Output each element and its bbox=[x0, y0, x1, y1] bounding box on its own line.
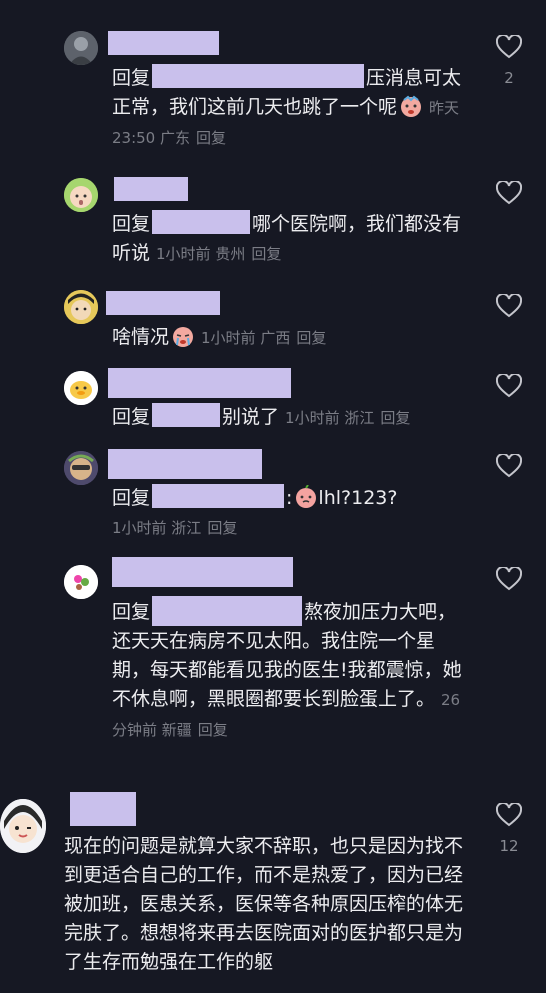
mention-redacted[interactable] bbox=[152, 484, 285, 508]
reply-button[interactable]: 回复 bbox=[251, 245, 281, 263]
comment-meta: 1小时前 浙江 bbox=[112, 519, 202, 537]
like-button[interactable] bbox=[495, 454, 523, 478]
comment-text: 回复 熬夜加压力大吧，还天天在病房不见太阳。我住院一个星期，每天都能看见我的医生!… bbox=[112, 596, 468, 745]
reply-button[interactable]: 回复 bbox=[207, 519, 237, 537]
heart-outline-icon bbox=[496, 567, 522, 591]
reply-prefix: 回复 bbox=[112, 406, 151, 428]
crying-emoji-icon bbox=[171, 324, 195, 348]
heart-outline-icon bbox=[496, 35, 522, 59]
reply-prefix: 回复 bbox=[112, 67, 151, 89]
heart-outline-icon bbox=[496, 294, 522, 318]
avatar[interactable] bbox=[64, 290, 98, 324]
comment-content: 现在的问题是就算大家不辞职，也只是因为找不到更适合自己的工作，而不是热爱了，因为… bbox=[64, 835, 464, 973]
mention-redacted[interactable] bbox=[152, 64, 365, 88]
heart-outline-icon bbox=[496, 181, 522, 205]
comment-content: 别说了 bbox=[222, 406, 280, 428]
mention-redacted[interactable] bbox=[152, 210, 251, 234]
reply-button[interactable]: 回复 bbox=[196, 129, 226, 147]
peach-emoji-icon bbox=[294, 484, 318, 509]
avatar[interactable] bbox=[64, 451, 98, 485]
comment-text: 回复 压消息可太正常，我们这前几天也跳了一个呢 昨天 23:50 广东 回复 bbox=[112, 64, 468, 153]
username-redacted[interactable] bbox=[108, 449, 262, 479]
comment-text: 回复 别说了 1小时前 浙江 回复 bbox=[112, 403, 468, 433]
like-count: 2 bbox=[504, 69, 514, 87]
username-redacted[interactable] bbox=[106, 291, 220, 315]
like-button[interactable] bbox=[495, 181, 523, 205]
like-button[interactable] bbox=[495, 567, 523, 591]
reply-button[interactable]: 回复 bbox=[296, 329, 326, 347]
like-button[interactable] bbox=[495, 294, 523, 318]
comment-content: 啥情况 bbox=[112, 326, 170, 348]
reply-prefix: 回复 bbox=[112, 213, 151, 235]
reply-button[interactable]: 回复 bbox=[380, 409, 410, 427]
avatar[interactable] bbox=[64, 178, 98, 212]
reply-prefix: 回复 bbox=[112, 601, 151, 623]
username-redacted[interactable] bbox=[112, 557, 293, 587]
avatar[interactable] bbox=[64, 371, 98, 405]
reply-prefix: 回复 bbox=[112, 487, 151, 509]
comment-text: 回复 哪个医院啊，我们都没有听说 1小时前 贵州 回复 bbox=[112, 210, 468, 269]
heart-outline-icon bbox=[496, 454, 522, 478]
avatar[interactable] bbox=[0, 799, 46, 853]
comment-content: lhl?123? bbox=[318, 487, 398, 509]
username-redacted[interactable] bbox=[114, 177, 188, 201]
comment-meta: 1小时前 浙江 bbox=[285, 409, 375, 427]
heart-outline-icon bbox=[496, 803, 522, 827]
mention-redacted[interactable] bbox=[152, 596, 303, 626]
username-redacted[interactable] bbox=[108, 31, 219, 55]
comment-meta: 1小时前 贵州 bbox=[156, 245, 246, 263]
mention-redacted[interactable] bbox=[152, 403, 221, 427]
comment-text: 现在的问题是就算大家不辞职，也只是因为找不到更适合自己的工作，而不是热爱了，因为… bbox=[64, 832, 468, 977]
username-redacted[interactable] bbox=[108, 368, 291, 398]
like-count: 12 bbox=[499, 837, 519, 855]
crying-emoji-icon bbox=[399, 94, 423, 118]
comment-text: 啥情况 1小时前 广西 回复 bbox=[112, 323, 468, 353]
reply-button[interactable]: 回复 bbox=[198, 721, 228, 739]
comment-text: 回复: lhl?123? 1小时前 浙江 回复 bbox=[112, 484, 468, 543]
like-button[interactable] bbox=[495, 374, 523, 398]
like-button[interactable]: 2 bbox=[495, 35, 523, 87]
avatar[interactable] bbox=[64, 565, 98, 599]
heart-outline-icon bbox=[496, 374, 522, 398]
username-redacted[interactable] bbox=[70, 792, 136, 826]
comment-meta: 1小时前 广西 bbox=[201, 329, 291, 347]
like-button[interactable]: 12 bbox=[495, 803, 523, 855]
avatar[interactable] bbox=[64, 31, 98, 65]
